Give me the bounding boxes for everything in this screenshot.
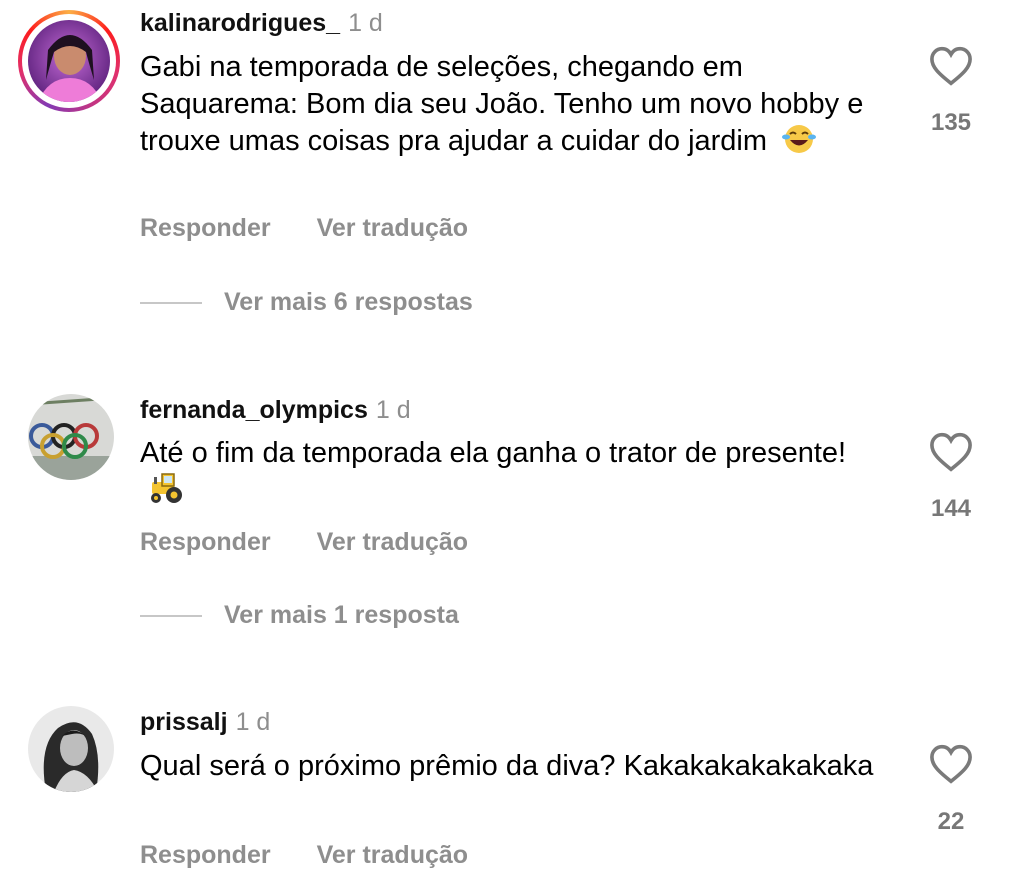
- comment-body: Qual será o próximo prêmio da diva? Kaka…: [140, 750, 874, 782]
- view-more-replies-label: Ver mais 1 resposta: [224, 601, 459, 629]
- comment-header: prissalj 1 d: [140, 707, 270, 737]
- username[interactable]: kalinarodrigues_: [140, 9, 340, 37]
- avatar: [28, 20, 110, 102]
- laughing-emoji-icon: [781, 123, 817, 153]
- tractor-emoji-icon: [146, 472, 182, 503]
- like-button[interactable]: [926, 46, 976, 91]
- comment-body: Gabi na temporada de seleções, chegando …: [140, 51, 864, 157]
- heart-outline-icon: [930, 46, 972, 86]
- comment-actions: Responder Ver tradução: [140, 841, 514, 870]
- comment-text: Até o fim da temporada ela ganha o trato…: [140, 435, 880, 509]
- like-button[interactable]: [926, 744, 976, 789]
- translate-button[interactable]: Ver tradução: [317, 841, 468, 869]
- comment-header: fernanda_olympics 1 d: [140, 395, 411, 425]
- comment-time: 1 d: [375, 396, 411, 424]
- like-count: 144: [930, 495, 972, 522]
- comment-body: Até o fim da temporada ela ganha o trato…: [140, 437, 847, 469]
- view-more-replies-button[interactable]: Ver mais 1 resposta: [140, 601, 459, 630]
- like-button[interactable]: [926, 432, 976, 477]
- comment-time: 1 d: [235, 708, 271, 736]
- translate-button[interactable]: Ver tradução: [317, 214, 468, 242]
- reply-button[interactable]: Responder: [140, 841, 271, 869]
- like-count: 135: [930, 109, 972, 136]
- heart-outline-icon: [930, 744, 972, 784]
- comment-time: 1 d: [348, 9, 383, 37]
- avatar[interactable]: [28, 706, 114, 792]
- reply-button[interactable]: Responder: [140, 528, 271, 556]
- username[interactable]: prissalj: [140, 708, 228, 736]
- heart-outline-icon: [930, 432, 972, 472]
- avatar[interactable]: [28, 394, 114, 480]
- like-count: 22: [937, 808, 965, 835]
- translate-button[interactable]: Ver tradução: [317, 528, 468, 556]
- view-more-replies-label: Ver mais 6 respostas: [224, 288, 473, 316]
- username[interactable]: fernanda_olympics: [140, 396, 368, 424]
- view-more-replies-button[interactable]: Ver mais 6 respostas: [140, 288, 473, 317]
- comment-text: Qual será o próximo prêmio da diva? Kaka…: [140, 748, 880, 785]
- replies-divider: [140, 614, 202, 617]
- reply-button[interactable]: Responder: [140, 214, 271, 242]
- story-ring-avatar[interactable]: [18, 10, 120, 112]
- replies-divider: [140, 301, 202, 304]
- comment-header: kalinarodrigues_ 1 d: [140, 8, 383, 38]
- comment-actions: Responder Ver tradução: [140, 528, 514, 557]
- comment-actions: Responder Ver tradução: [140, 214, 514, 243]
- comment-text: Gabi na temporada de seleções, chegando …: [140, 49, 880, 160]
